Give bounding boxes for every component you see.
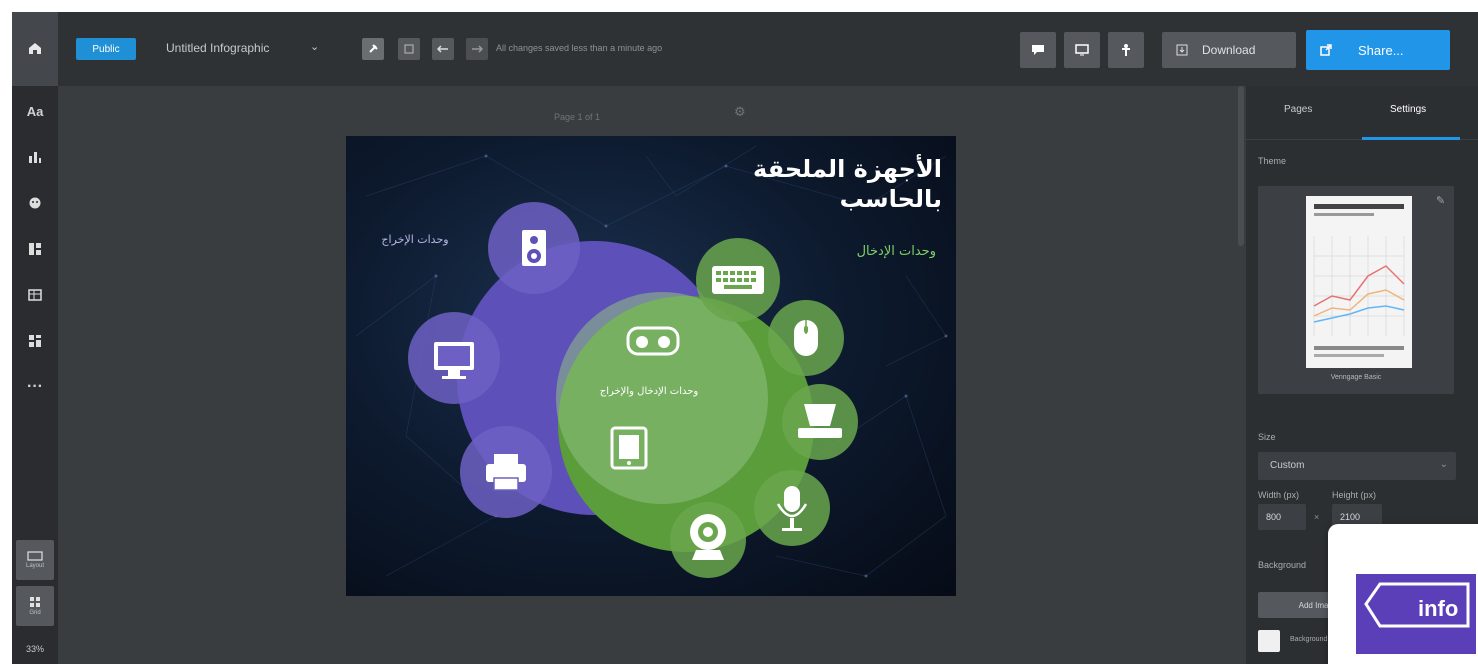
infographic-title[interactable]: الأجهزة الملحقة بالحاسب: [753, 154, 942, 214]
pin-icon: [369, 44, 378, 53]
chart-icon: [29, 152, 41, 163]
charts-tool-button[interactable]: [12, 142, 58, 172]
infographic-logo: info: [1356, 574, 1476, 654]
page-settings-icon[interactable]: ⚙: [734, 104, 746, 120]
canvas-area: Page 1 of 1 ⚙ الأجهزة الملحقة بالحاسب وح…: [58, 86, 1246, 664]
page-label: Page 1 of 1: [554, 112, 601, 122]
download-label: Download: [1202, 43, 1256, 57]
active-tab-indicator: [1362, 137, 1460, 140]
overlay-card[interactable]: info: [1328, 524, 1478, 664]
width-input[interactable]: 800: [1258, 504, 1306, 530]
map-icon: [28, 289, 42, 301]
background-color-label: Background: [1290, 636, 1328, 643]
title-line-1: الأجهزة الملحقة: [753, 155, 942, 183]
undo-icon: [437, 45, 448, 53]
home-button[interactable]: [12, 12, 58, 86]
present-button[interactable]: [1064, 32, 1100, 68]
photos-tool-button[interactable]: [12, 234, 58, 264]
maps-tool-button[interactable]: [12, 280, 58, 310]
left-sidebar: Aa ··· Layout Grid 33%: [12, 86, 58, 664]
theme-preview-chart: [1313, 204, 1405, 357]
title-line-2: بالحاسب: [839, 185, 942, 213]
download-icon: [1176, 44, 1188, 56]
panel-tabs: Pages Settings: [1246, 86, 1478, 140]
save-status: All changes saved less than a minute ago: [496, 43, 663, 53]
comment-icon: [1032, 45, 1044, 55]
theme-selector[interactable]: Venngage Basic ✎: [1258, 186, 1454, 394]
text-tool-button[interactable]: Aa: [12, 96, 58, 126]
grid-icon: [404, 44, 414, 54]
layout-button[interactable]: Layout: [16, 540, 54, 580]
text-icon: Aa: [26, 103, 44, 119]
grid-label: Grid: [29, 610, 41, 616]
theme-header: Theme: [1258, 156, 1287, 166]
logo-text: info: [1418, 596, 1458, 621]
accessibility-button[interactable]: [1108, 32, 1144, 68]
speaker-icon: [522, 230, 546, 266]
pin-button[interactable]: [362, 38, 384, 60]
theme-name: Venngage Basic: [1330, 374, 1382, 381]
download-button[interactable]: Download: [1162, 32, 1296, 68]
background-color-swatch[interactable]: [1258, 630, 1280, 652]
document-title[interactable]: Untitled Infographic: [166, 41, 269, 55]
public-badge[interactable]: Public: [76, 38, 136, 60]
canvas-scrollbar[interactable]: [1238, 86, 1244, 246]
image-icon: [29, 243, 41, 255]
input-devices-label[interactable]: وحدات الإدخال: [857, 244, 936, 259]
undo-button[interactable]: [432, 38, 454, 60]
chevron-down-icon[interactable]: ⌄: [310, 40, 319, 53]
theme-thumbnail[interactable]: [1306, 196, 1412, 368]
output-devices-label[interactable]: وحدات الإخراج: [380, 232, 450, 248]
top-bar: Public Untitled Infographic ⌄ All change…: [12, 12, 1478, 86]
zoom-level[interactable]: 33%: [12, 634, 58, 664]
chevron-down-icon: ⌄: [1439, 459, 1448, 470]
share-icon: [1320, 44, 1332, 56]
width-label: Width (px): [1258, 490, 1300, 500]
input-output-devices-label[interactable]: وحدات الإدخال والإخراج: [584, 386, 714, 397]
background-header: Background: [1258, 560, 1307, 570]
monitor-icon: [1075, 44, 1089, 56]
widgets-icon: [29, 335, 41, 347]
widgets-tool-button[interactable]: [12, 326, 58, 356]
grid-toggle-button[interactable]: [398, 38, 420, 60]
size-header: Size: [1258, 432, 1276, 442]
more-icon: ···: [27, 378, 43, 395]
height-label: Height (px): [1332, 490, 1377, 500]
grid-button[interactable]: Grid: [16, 586, 54, 626]
tab-pages[interactable]: Pages: [1284, 104, 1312, 115]
overlap-highlight: [556, 292, 768, 504]
share-label: Share...: [1358, 42, 1404, 58]
icons-icon: [29, 197, 41, 209]
icons-tool-button[interactable]: [12, 188, 58, 218]
comment-button[interactable]: [1020, 32, 1056, 68]
size-value: Custom: [1270, 460, 1305, 471]
home-icon: [29, 43, 41, 54]
more-tools-button[interactable]: ···: [12, 372, 58, 402]
editor-app: Public Untitled Infographic ⌄ All change…: [12, 12, 1478, 664]
layout-icon: [27, 551, 43, 561]
tab-settings[interactable]: Settings: [1390, 104, 1426, 115]
infographic-page[interactable]: الأجهزة الملحقة بالحاسب وحدات الإدخال وح…: [346, 136, 956, 596]
share-button[interactable]: Share...: [1306, 30, 1450, 70]
keyboard-icon: [712, 266, 764, 294]
edit-theme-icon[interactable]: ✎: [1436, 194, 1445, 207]
redo-button[interactable]: [466, 38, 488, 60]
person-icon: [1122, 44, 1130, 56]
redo-icon: [472, 45, 483, 53]
webcam-icon: [690, 514, 726, 560]
times-separator: ×: [1314, 512, 1320, 522]
layout-label: Layout: [25, 563, 44, 569]
mouse-icon: [794, 320, 818, 356]
grid-icon: [30, 597, 40, 607]
size-dropdown[interactable]: Custom ⌄: [1258, 452, 1456, 480]
